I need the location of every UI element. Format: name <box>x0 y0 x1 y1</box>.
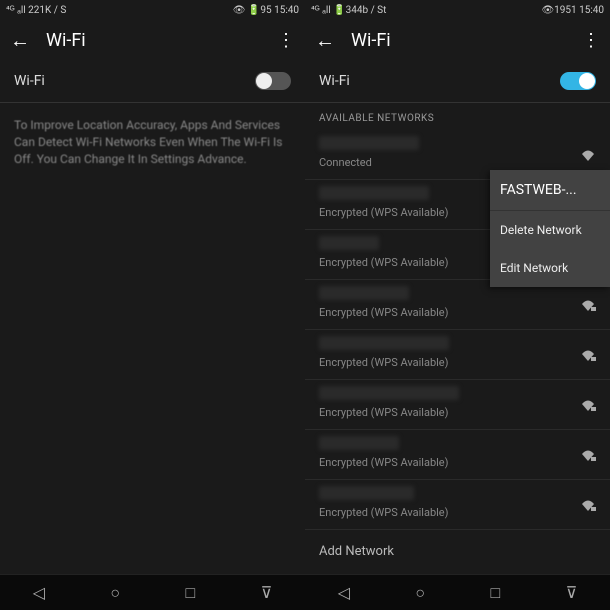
network-item[interactable]: Encrypted (WPS Available) <box>305 380 610 430</box>
nav-recent-icon[interactable]: □ <box>186 583 196 603</box>
more-icon[interactable]: ⋮ <box>277 30 295 51</box>
page-title: Wi-Fi <box>351 30 566 51</box>
nav-recent-icon[interactable]: □ <box>491 583 501 603</box>
wifi-signal-lock-icon <box>580 399 596 411</box>
network-item[interactable]: Encrypted (WPS Available) <box>305 330 610 380</box>
network-item[interactable]: Encrypted (WPS Available) <box>305 430 610 480</box>
info-text: To Improve Location Accuracy, Apps And S… <box>0 103 305 181</box>
left-panel: ⁴ᴳ ₐll 221K / S 👁 🔋95 15:40 ← Wi-Fi ⋮ Wi… <box>0 0 305 610</box>
wifi-label: Wi-Fi <box>14 73 45 89</box>
wifi-signal-lock-icon <box>580 449 596 461</box>
network-item[interactable]: Encrypted (WPS Available) <box>305 480 610 530</box>
header: ← Wi-Fi ⋮ <box>305 20 610 60</box>
header: ← Wi-Fi ⋮ <box>0 20 305 60</box>
network-status: Encrypted (WPS Available) <box>319 356 596 369</box>
wifi-toggle[interactable] <box>255 72 291 90</box>
network-name-redacted <box>319 436 399 450</box>
network-name-redacted <box>319 386 459 400</box>
nav-drawer-icon[interactable]: ⊽ <box>566 583 578 602</box>
back-arrow-icon[interactable]: ← <box>315 28 335 53</box>
network-name-redacted <box>319 236 379 250</box>
section-label: AVAILABLE NETWORKS <box>305 103 610 130</box>
wifi-signal-icon <box>580 149 596 161</box>
network-name-redacted <box>319 186 429 200</box>
network-status: Encrypted (WPS Available) <box>319 506 596 519</box>
network-item[interactable]: Encrypted (WPS Available) <box>305 280 610 330</box>
network-name-redacted <box>319 286 409 300</box>
wifi-toggle[interactable] <box>560 72 596 90</box>
wifi-toggle-row: Wi-Fi <box>0 60 305 103</box>
page-title: Wi-Fi <box>46 30 261 51</box>
network-status: Encrypted (WPS Available) <box>319 456 596 469</box>
network-status: Encrypted (WPS Available) <box>319 406 596 419</box>
status-left: ⁴ᴳ ₐll 🔋344b / St <box>311 5 386 16</box>
edit-network-item[interactable]: Edit Network <box>490 249 610 287</box>
right-panel: ⁴ᴳ ₐll 🔋344b / St 👁1951 15:40 ← Wi-Fi ⋮ … <box>305 0 610 610</box>
add-network[interactable]: Add Network <box>305 530 610 573</box>
nav-bar: ◁ ○ □ ⊽ <box>0 574 305 610</box>
network-name-redacted <box>319 336 449 350</box>
network-status: Connected <box>319 156 596 169</box>
wifi-signal-lock-icon <box>580 299 596 311</box>
status-bar: ⁴ᴳ ₐll 🔋344b / St 👁1951 15:40 <box>305 0 610 20</box>
network-status: Encrypted (WPS Available) <box>319 306 596 319</box>
status-left: ⁴ᴳ ₐll 221K / S <box>6 5 66 16</box>
status-right: 👁1951 15:40 <box>541 5 604 16</box>
wifi-label: Wi-Fi <box>319 73 350 89</box>
nav-back-icon[interactable]: ◁ <box>33 583 45 602</box>
status-right: 👁 🔋95 15:40 <box>233 5 299 16</box>
wifi-signal-lock-icon <box>580 499 596 511</box>
popup-title: FASTWEB-... <box>490 170 610 211</box>
nav-bar: ◁ ○ □ ⊽ <box>305 574 610 610</box>
wifi-signal-lock-icon <box>580 349 596 361</box>
nav-drawer-icon[interactable]: ⊽ <box>261 583 273 602</box>
nav-home-icon[interactable]: ○ <box>110 583 120 603</box>
back-arrow-icon[interactable]: ← <box>10 28 30 53</box>
nav-home-icon[interactable]: ○ <box>415 583 425 603</box>
wifi-toggle-row: Wi-Fi <box>305 60 610 103</box>
network-name-redacted <box>319 486 414 500</box>
more-icon[interactable]: ⋮ <box>582 30 600 51</box>
delete-network-item[interactable]: Delete Network <box>490 211 610 249</box>
context-menu: FASTWEB-... Delete Network Edit Network <box>490 170 610 287</box>
status-bar: ⁴ᴳ ₐll 221K / S 👁 🔋95 15:40 <box>0 0 305 20</box>
network-name-redacted <box>319 136 419 150</box>
nav-back-icon[interactable]: ◁ <box>338 583 350 602</box>
